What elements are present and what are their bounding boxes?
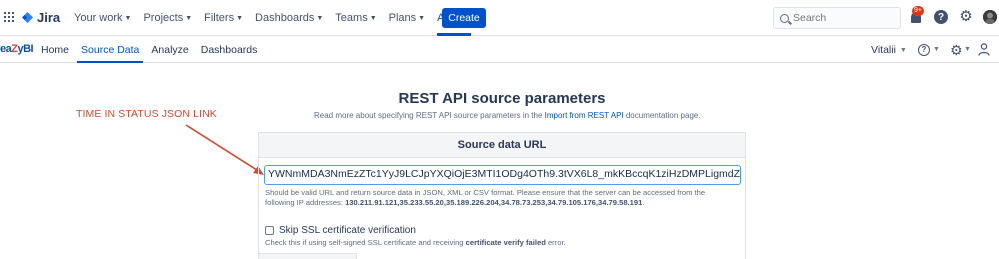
chevron-down-icon: ▼ <box>369 14 377 22</box>
nav-teams[interactable]: Teams ▼ <box>335 0 376 36</box>
jira-logo[interactable]: Jira <box>22 10 60 25</box>
ip-addresses: 130.211.91.121,35.233.55.20,35.189.226.2… <box>345 198 643 207</box>
nav-label: Filters <box>204 12 235 24</box>
eazybi-logo[interactable]: eaZyBI <box>0 43 34 55</box>
user-menu[interactable]: Vitalii ▼ <box>871 44 907 56</box>
avatar[interactable] <box>983 10 997 24</box>
search-icon <box>780 13 789 23</box>
chevron-down-icon: ▼ <box>236 14 244 22</box>
source-data-url-panel: Source data URL YWNmMDA3NmEzZTc1YyJ9LCJp… <box>258 132 746 259</box>
user-profile-icon[interactable] <box>978 43 990 56</box>
eazybi-nav-bar: eaZyBI Home Source Data Analyze Dashboar… <box>0 37 999 63</box>
chevron-down-icon: ▼ <box>964 46 971 53</box>
nav-plans[interactable]: Plans ▼ <box>389 0 425 36</box>
top-nav: Your work ▼ Projects ▼ Filters ▼ Dashboards… <box>74 0 483 36</box>
nav-dashboards[interactable]: Dashboards ▼ <box>255 0 323 36</box>
nav-projects[interactable]: Projects ▼ <box>143 0 192 36</box>
nav-label: Your work <box>74 12 123 24</box>
help-text: error. <box>545 238 566 247</box>
jira-mark-icon <box>22 12 33 23</box>
tab-dashboards[interactable]: Dashboards <box>201 37 258 63</box>
create-button[interactable]: Create <box>442 8 486 28</box>
page-subtitle: Read more about specifying REST API sour… <box>314 111 701 120</box>
chevron-down-icon: ▼ <box>316 14 324 22</box>
url-help-text: Should be valid URL and return source da… <box>265 188 735 208</box>
chevron-down-icon: ▼ <box>124 14 132 22</box>
jira-product-name: Jira <box>37 10 61 25</box>
search-input[interactable] <box>793 12 893 24</box>
jira-top-bar: Jira Your work ▼ Projects ▼ Filters ▼ Dashb… <box>0 0 999 36</box>
subtitle-text: documentation page. <box>623 111 701 120</box>
tab-analyze[interactable]: Analyze <box>151 37 188 63</box>
eazybi-tabs: Home Source Data Analyze Dashboards <box>41 37 269 63</box>
nav-your-work[interactable]: Your work ▼ <box>74 0 131 36</box>
nav-filters[interactable]: Filters ▼ <box>204 0 243 36</box>
skip-ssl-row: Skip SSL certificate verification <box>265 225 416 236</box>
notification-badge: 9+ <box>912 6 924 16</box>
nav-label: Dashboards <box>255 12 315 24</box>
logo-part: yBI <box>17 43 34 55</box>
help-text: Check this if using self-signed SSL cert… <box>265 238 466 247</box>
chevron-down-icon: ▼ <box>185 14 193 22</box>
source-url-input[interactable]: YWNmMDA3NmEzZTc1YyJ9LCJpYXQiOjE3MTI1ODg4… <box>264 165 741 185</box>
import-rest-api-link[interactable]: Import from REST API <box>545 111 624 120</box>
annotation-label: TIME IN STATUS JSON LINK <box>76 108 217 120</box>
chevron-down-icon: ▼ <box>418 14 426 22</box>
nav-label: Teams <box>335 12 368 24</box>
search-box[interactable] <box>773 7 901 29</box>
app-switcher-icon[interactable] <box>4 12 14 22</box>
settings-gear-icon[interactable]: ⚙ <box>950 42 963 59</box>
help-question-icon[interactable]: ? <box>918 44 930 56</box>
subtitle-text: Read more about specifying REST API sour… <box>314 111 545 120</box>
nav-label: Plans <box>388 12 417 24</box>
panel-footer-strip <box>259 253 357 259</box>
logo-part: ea <box>0 43 12 55</box>
tab-home[interactable]: Home <box>41 37 69 63</box>
avatar-image <box>983 10 997 24</box>
panel-heading: Source data URL <box>259 133 745 158</box>
help-text: . <box>642 198 645 207</box>
page-title: REST API source parameters <box>398 90 606 107</box>
chevron-down-icon: ▼ <box>933 46 940 53</box>
help-text-bold: certificate verify failed <box>465 238 546 247</box>
tab-source-data[interactable]: Source Data <box>76 37 144 63</box>
chevron-down-icon: ▼ <box>899 46 907 54</box>
nav-label: Projects <box>143 12 184 24</box>
settings-gear-icon[interactable]: ⚙ <box>959 9 973 24</box>
skip-ssl-checkbox[interactable] <box>265 226 274 235</box>
help-icon[interactable]: ? <box>934 10 948 24</box>
user-name: Vitalii <box>871 44 896 56</box>
ssl-help-text: Check this if using self-signed SSL cert… <box>265 238 566 247</box>
skip-ssl-label[interactable]: Skip SSL certificate verification <box>279 225 416 236</box>
